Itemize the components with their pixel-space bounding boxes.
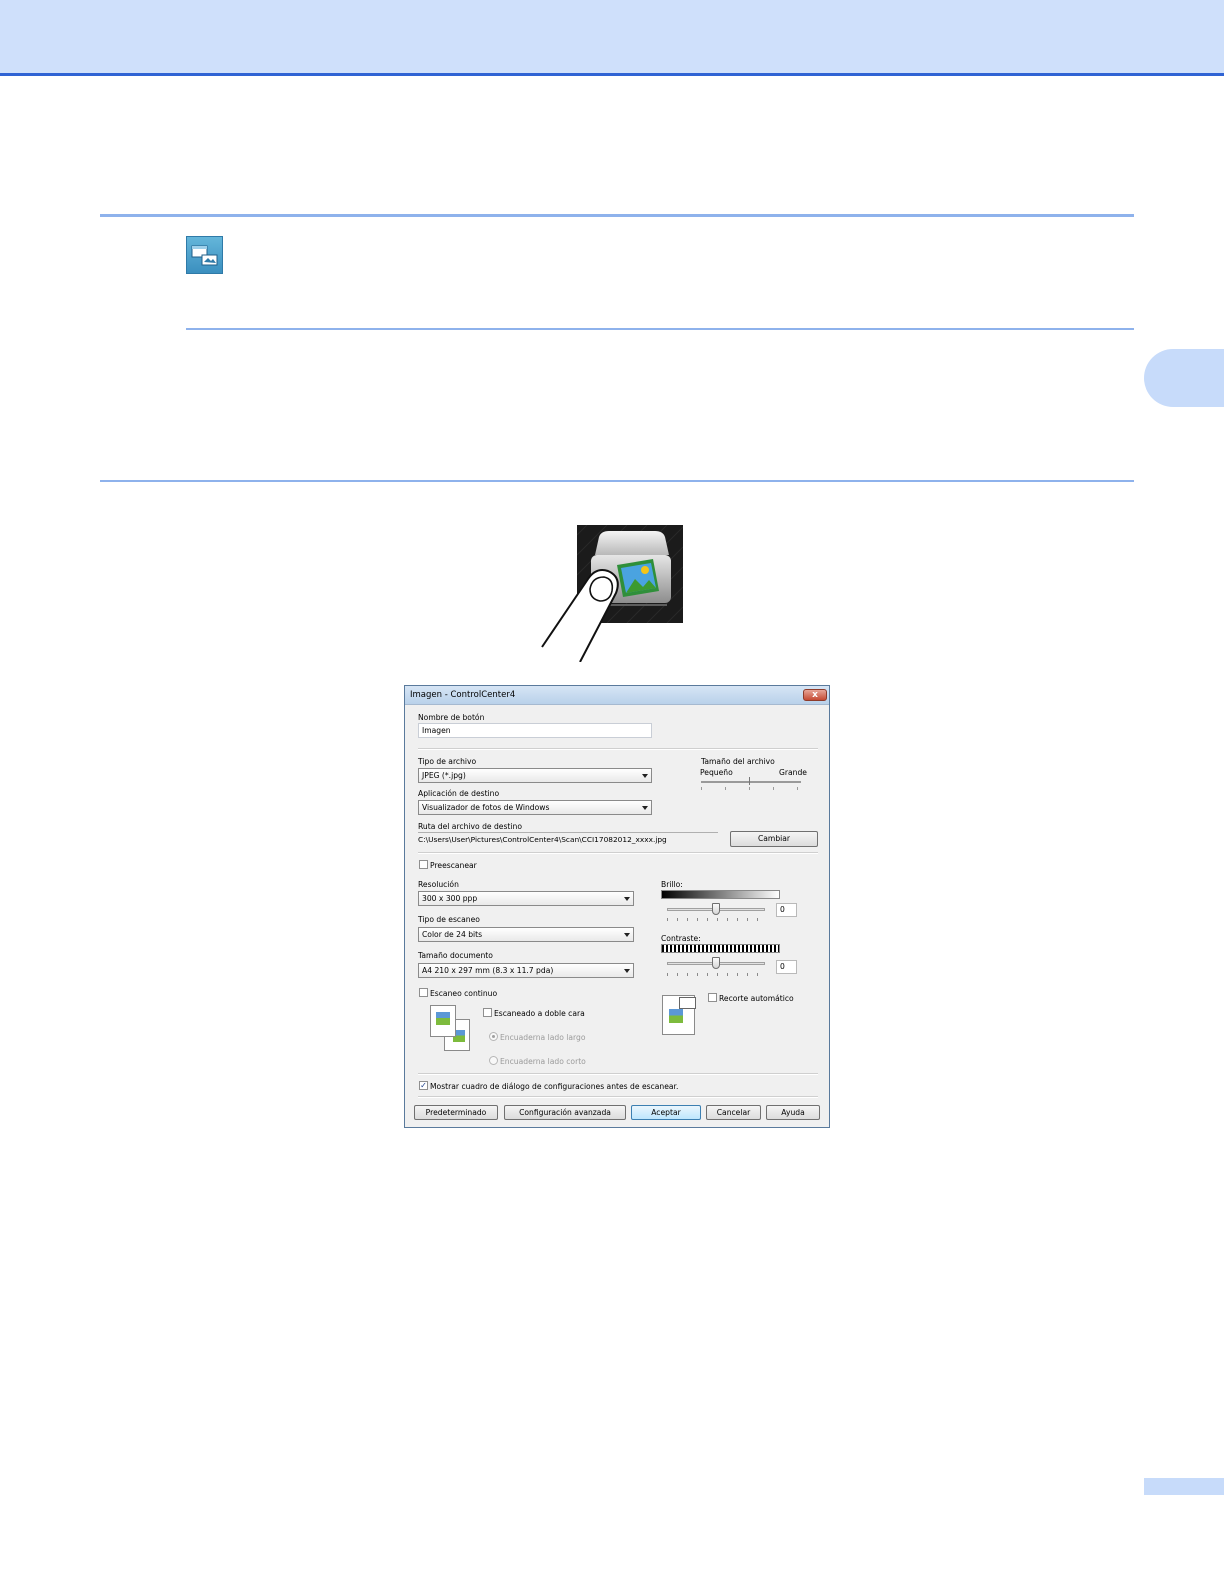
chevron-down-icon	[642, 806, 648, 810]
autocrop-checkbox[interactable]	[708, 993, 717, 1002]
file-type-select[interactable]: JPEG (*.jpg)	[418, 768, 652, 783]
file-size-label: Tamaño del archivo	[701, 757, 775, 766]
target-app-select[interactable]: Visualizador de fotos de Windows	[418, 800, 652, 815]
file-size-small-label: Pequeño	[700, 768, 733, 777]
checkmark-icon: ✓	[420, 1081, 427, 1090]
section-rule-top	[100, 214, 1134, 217]
duplex-label: Escaneado a doble cara	[494, 1009, 585, 1018]
separator	[418, 1073, 818, 1075]
contrast-pattern	[661, 944, 780, 953]
autocrop-page-icon	[662, 995, 696, 1035]
resolution-label: Resolución	[418, 880, 459, 889]
prescan-label: Preescanear	[430, 861, 477, 870]
button-name-label: Nombre de botón	[418, 713, 485, 722]
contrast-ticks	[667, 973, 765, 976]
file-type-value: JPEG (*.jpg)	[422, 771, 466, 780]
brightness-value-input[interactable]: 0	[776, 903, 797, 917]
close-button[interactable]: x	[803, 689, 827, 701]
dialog-title-bar: Imagen - ControlCenter4 x	[405, 686, 829, 705]
target-app-value: Visualizador de fotos de Windows	[422, 803, 550, 812]
file-size-slider-thumb[interactable]	[749, 777, 755, 785]
short-edge-label: Encuaderna lado corto	[500, 1057, 586, 1066]
scan-type-label: Tipo de escaneo	[418, 915, 480, 924]
page-header-band	[0, 0, 1224, 76]
chevron-down-icon	[642, 774, 648, 778]
chevron-down-icon	[624, 969, 630, 973]
long-edge-label: Encuaderna lado largo	[500, 1033, 586, 1042]
prescan-checkbox[interactable]	[419, 860, 428, 869]
separator	[418, 1096, 818, 1098]
resolution-value: 300 x 300 ppp	[422, 894, 478, 903]
separator	[418, 748, 818, 750]
file-size-ticks	[701, 787, 801, 790]
show-dialog-checkbox[interactable]: ✓	[419, 1081, 428, 1090]
contrast-value-input[interactable]: 0	[776, 960, 797, 974]
note-rule-bottom	[186, 328, 1134, 330]
scan-type-select[interactable]: Color de 24 bits	[418, 927, 634, 942]
doc-size-select[interactable]: A4 210 x 297 mm (8.3 x 11.7 pda)	[418, 963, 634, 978]
close-icon: x	[812, 690, 818, 700]
continuous-scan-label: Escaneo continuo	[430, 989, 498, 998]
ok-button[interactable]: Aceptar	[631, 1105, 701, 1120]
doc-size-label: Tamaño documento	[418, 951, 493, 960]
finger-illustration	[541, 569, 619, 662]
change-button[interactable]: Cambiar	[730, 831, 818, 847]
doc-size-value: A4 210 x 297 mm (8.3 x 11.7 pda)	[422, 966, 554, 975]
show-dialog-label: Mostrar cuadro de diálogo de configuraci…	[430, 1082, 679, 1091]
dest-path-label: Ruta del archivo de destino	[418, 822, 522, 831]
resolution-select[interactable]: 300 x 300 ppp	[418, 891, 634, 906]
section-rule-middle	[100, 480, 1134, 482]
brightness-slider-thumb[interactable]	[712, 903, 720, 915]
separator	[418, 852, 818, 854]
default-button[interactable]: Predeterminado	[414, 1105, 498, 1120]
continuous-scan-checkbox[interactable]	[419, 988, 428, 997]
dest-path-field[interactable]: C:\Users\User\Pictures\ControlCenter4\Sc…	[418, 832, 718, 849]
short-edge-radio[interactable]	[489, 1056, 498, 1065]
file-type-label: Tipo de archivo	[418, 757, 477, 766]
contrast-label: Contraste:	[661, 934, 701, 943]
dialog-title: Imagen - ControlCenter4	[410, 690, 516, 700]
brightness-label: Brillo:	[661, 880, 683, 889]
cancel-button[interactable]: Cancelar	[706, 1105, 761, 1120]
autocrop-label: Recorte automático	[719, 994, 794, 1003]
button-name-input[interactable]: Imagen	[418, 723, 652, 738]
brightness-gradient	[661, 890, 780, 899]
duplex-front-page-icon	[430, 1005, 456, 1037]
page-number-tab	[1144, 1478, 1224, 1495]
chevron-down-icon	[624, 897, 630, 901]
long-edge-radio[interactable]	[489, 1032, 498, 1041]
scan-type-value: Color de 24 bits	[422, 930, 483, 939]
chevron-down-icon	[624, 933, 630, 937]
file-size-large-label: Grande	[779, 768, 807, 777]
brightness-ticks	[667, 918, 765, 921]
advanced-settings-button[interactable]: Configuración avanzada	[504, 1105, 626, 1120]
note-icon	[186, 236, 223, 274]
controlcenter-dialog: Imagen - ControlCenter4 x Nombre de botó…	[404, 685, 830, 1128]
help-button[interactable]: Ayuda	[766, 1105, 820, 1120]
target-app-label: Aplicación de destino	[418, 789, 500, 798]
duplex-checkbox[interactable]	[483, 1008, 492, 1017]
contrast-slider-thumb[interactable]	[712, 957, 720, 969]
chapter-tab	[1144, 349, 1224, 407]
